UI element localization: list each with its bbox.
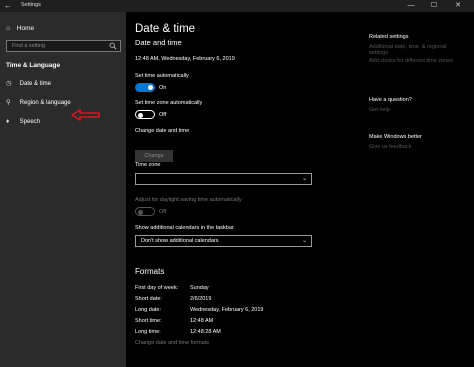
related-link-clocks[interactable]: Add clocks for different time zones xyxy=(369,58,453,64)
search-placeholder: Find a setting xyxy=(12,43,46,49)
question-heading: Have a question? xyxy=(369,97,412,103)
mic-icon: ♦ xyxy=(6,118,10,125)
toggle-knob xyxy=(148,85,153,90)
sidebar-item-label: Date & time xyxy=(19,81,52,87)
feedback-section: Make Windows better Give us feedback xyxy=(369,134,422,150)
time-zone-select[interactable]: ⌄ xyxy=(135,173,312,185)
dst-state: Off xyxy=(159,209,167,215)
page-title: Date & time xyxy=(135,23,196,35)
dst-label: Adjust for daylight saving time automati… xyxy=(135,197,242,203)
sidebar-item-label: Speech xyxy=(19,119,41,125)
change-formats-link[interactable]: Change date and time formats xyxy=(135,340,209,346)
toggle-knob xyxy=(138,112,143,118)
window-title: Settings xyxy=(21,2,41,8)
sidebar-item-label: Home xyxy=(16,25,35,32)
format-value: 12:48:28 AM xyxy=(190,329,221,335)
globe-icon: ⚲ xyxy=(6,99,11,106)
feedback-link[interactable]: Give us feedback xyxy=(369,144,422,150)
red-arrow-annotation-icon xyxy=(71,109,100,121)
close-button[interactable]: ✕ xyxy=(449,0,467,12)
sidebar-item-speech[interactable]: ♦ Speech xyxy=(6,115,124,129)
back-arrow-icon[interactable]: ← xyxy=(4,1,12,10)
sidebar-item-label: Region & language xyxy=(19,100,71,106)
related-settings: Related settings Additional date, time, … xyxy=(369,34,453,64)
format-label: Short time: xyxy=(135,318,162,324)
title-bar: ← Settings — ☐ ✕ xyxy=(0,0,474,12)
format-value: Wednesday, February 6, 2019 xyxy=(190,307,264,313)
section-title: Date and time xyxy=(135,38,182,47)
section-label: Time & Language xyxy=(6,62,61,69)
sidebar-item-date-time[interactable]: ◷ Date & time xyxy=(6,77,124,91)
help-section: Have a question? Get help xyxy=(369,97,412,113)
change-button[interactable]: Change xyxy=(135,150,173,162)
chevron-down-icon: ⌄ xyxy=(301,176,307,182)
sidebar-item-home[interactable]: ⌂ Home xyxy=(6,25,34,32)
set-tz-auto-state: Off xyxy=(159,112,167,118)
main-content: Date & time Date and time 12:48 AM, Wedn… xyxy=(126,12,474,367)
current-datetime: 12:48 AM, Wednesday, February 6, 2019 xyxy=(135,56,235,62)
calendars-value: Don't show additional calendars xyxy=(141,238,219,244)
format-label: Short date: xyxy=(135,296,162,302)
search-icon xyxy=(109,42,117,50)
set-tz-auto-toggle[interactable] xyxy=(135,110,155,119)
format-value: 12:48 AM xyxy=(190,318,214,324)
format-label: First day of week: xyxy=(135,285,179,291)
time-zone-label: Time zone xyxy=(135,162,161,168)
sidebar-item-region-language[interactable]: ⚲ Region & language xyxy=(6,96,124,110)
get-help-link[interactable]: Get help xyxy=(369,107,412,113)
calendars-select[interactable]: Don't show additional calendars ⌄ xyxy=(135,235,312,247)
toggle-knob xyxy=(138,209,143,215)
set-time-auto-state: On xyxy=(159,85,167,91)
minimize-button[interactable]: — xyxy=(402,0,420,12)
set-tz-auto-label: Set time zone automatically xyxy=(135,100,203,106)
dst-toggle[interactable] xyxy=(135,207,155,216)
sidebar: ⌂ Home Find a setting Time & Language ◷ … xyxy=(0,12,126,367)
clock-icon: ◷ xyxy=(6,80,12,87)
change-date-time-label: Change date and time xyxy=(135,128,190,134)
chevron-down-icon: ⌄ xyxy=(301,238,307,244)
format-value: Sunday xyxy=(190,285,209,291)
format-value: 2/6/2019 xyxy=(190,296,212,302)
set-time-auto-label: Set time automatically xyxy=(135,73,189,79)
format-label: Long date: xyxy=(135,307,161,313)
search-input[interactable]: Find a setting xyxy=(6,40,121,52)
format-label: Long time: xyxy=(135,329,161,335)
formats-title: Formats xyxy=(135,267,165,276)
calendars-label: Show additional calendars in the taskbar xyxy=(135,225,234,231)
home-icon: ⌂ xyxy=(6,25,11,32)
maximize-button[interactable]: ☐ xyxy=(425,0,443,12)
related-heading: Related settings xyxy=(369,34,409,40)
set-time-auto-toggle[interactable] xyxy=(135,83,155,92)
better-heading: Make Windows better xyxy=(369,134,422,140)
related-link-regional-cont[interactable]: settings xyxy=(369,50,453,56)
